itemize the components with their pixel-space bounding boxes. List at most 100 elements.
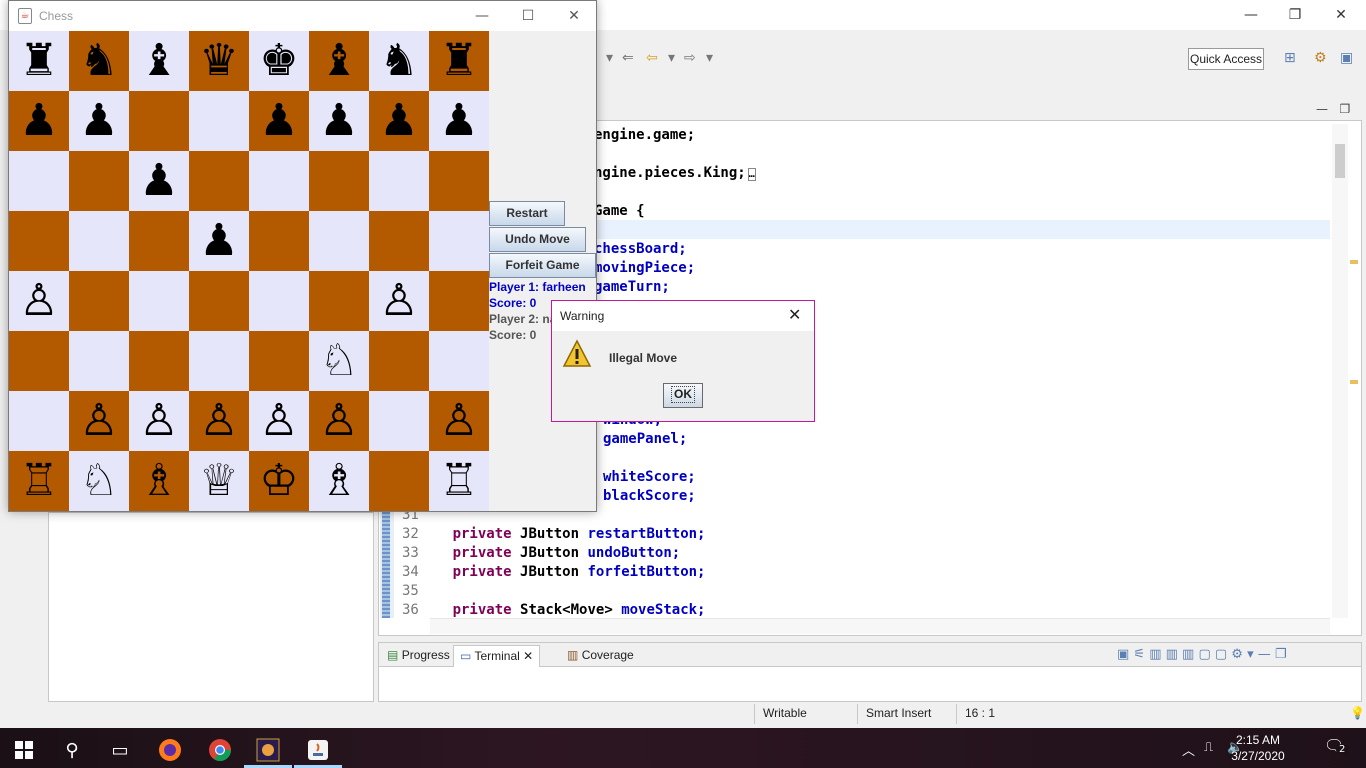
board-square[interactable]: [429, 151, 489, 211]
board-square[interactable]: [189, 331, 249, 391]
board-square[interactable]: ♟: [9, 91, 69, 151]
board-square[interactable]: ♙: [69, 391, 129, 451]
white-pawn-icon[interactable]: ♙: [259, 399, 298, 443]
board-square[interactable]: [249, 151, 309, 211]
board-square[interactable]: [9, 331, 69, 391]
board-square[interactable]: ♟: [309, 91, 369, 151]
board-square[interactable]: [9, 391, 69, 451]
white-pawn-icon[interactable]: ♙: [379, 279, 418, 323]
dropdown-arrow-icon[interactable]: ▾: [606, 50, 613, 66]
board-square[interactable]: ♙: [189, 391, 249, 451]
board-square[interactable]: ♘: [309, 331, 369, 391]
board-square[interactable]: ♗: [309, 451, 369, 511]
java-ee-perspective-icon[interactable]: ⚙: [1314, 50, 1327, 66]
board-square[interactable]: ♝: [309, 31, 369, 91]
board-square[interactable]: [69, 151, 129, 211]
board-square[interactable]: ♟: [189, 211, 249, 271]
tab-progress[interactable]: ▤ Progress: [381, 645, 456, 667]
board-square[interactable]: [369, 211, 429, 271]
board-square[interactable]: [429, 331, 489, 391]
board-square[interactable]: [249, 271, 309, 331]
start-button[interactable]: [0, 732, 48, 768]
board-square[interactable]: ♙: [429, 391, 489, 451]
java-taskbar-button[interactable]: [294, 732, 342, 768]
board-square[interactable]: ♞: [369, 31, 429, 91]
black-king-icon[interactable]: ♚: [259, 39, 298, 83]
white-rook-icon[interactable]: ♖: [19, 459, 58, 503]
board-square[interactable]: [249, 211, 309, 271]
chess-minimize-button[interactable]: —: [459, 5, 505, 27]
board-square[interactable]: [189, 91, 249, 151]
chess-close-button[interactable]: ✕: [551, 5, 597, 27]
board-square[interactable]: ♞: [69, 31, 129, 91]
board-square[interactable]: ♙: [9, 271, 69, 331]
black-pawn-icon[interactable]: ♟: [19, 99, 58, 143]
black-bishop-icon[interactable]: ♝: [319, 39, 358, 83]
task-view-button[interactable]: ▭: [96, 732, 144, 768]
black-knight-icon[interactable]: ♞: [79, 39, 118, 83]
ok-button[interactable]: OK: [663, 383, 703, 408]
white-pawn-icon[interactable]: ♙: [439, 399, 478, 443]
java-perspective-icon[interactable]: ▣: [1340, 50, 1353, 66]
white-pawn-icon[interactable]: ♙: [139, 399, 178, 443]
board-square[interactable]: ♟: [69, 91, 129, 151]
last-edit-location-icon[interactable]: ⇐: [622, 50, 634, 66]
board-square[interactable]: [369, 151, 429, 211]
white-pawn-icon[interactable]: ♙: [19, 279, 58, 323]
board-square[interactable]: [429, 271, 489, 331]
chrome-taskbar-button[interactable]: [196, 732, 244, 768]
board-square[interactable]: [129, 211, 189, 271]
board-square[interactable]: ♘: [69, 451, 129, 511]
white-king-icon[interactable]: ♔: [259, 459, 298, 503]
overview-marker[interactable]: [1350, 380, 1358, 384]
forward-dropdown-icon[interactable]: ▾: [706, 50, 713, 66]
board-square[interactable]: [429, 211, 489, 271]
board-square[interactable]: [129, 271, 189, 331]
network-icon[interactable]: ⎍: [1204, 740, 1213, 755]
board-square[interactable]: ♙: [249, 391, 309, 451]
folded-imports-icon[interactable]: …: [747, 168, 756, 181]
editor-vertical-scrollbar[interactable]: [1332, 124, 1348, 618]
firefox-taskbar-button[interactable]: [146, 732, 194, 768]
black-pawn-icon[interactable]: ♟: [259, 99, 298, 143]
board-square[interactable]: [309, 211, 369, 271]
white-bishop-icon[interactable]: ♗: [319, 459, 358, 503]
ide-close-button[interactable]: ✕: [1318, 2, 1364, 28]
board-square[interactable]: ♕: [189, 451, 249, 511]
board-square[interactable]: ♖: [429, 451, 489, 511]
chess-titlebar[interactable]: ☕ Chess — ☐ ✕: [9, 1, 596, 31]
white-queen-icon[interactable]: ♕: [199, 459, 238, 503]
back-dropdown-icon[interactable]: ▾: [668, 50, 675, 66]
open-perspective-icon[interactable]: ⊞: [1284, 50, 1296, 66]
black-pawn-icon[interactable]: ♟: [79, 99, 118, 143]
terminal-toolbar-icons[interactable]: ▣ ⚟ ▥ ▥ ▥ ▢ ▢ ⚙ ▾ — ❐: [1117, 647, 1287, 662]
warning-titlebar[interactable]: Warning ✕: [552, 301, 814, 331]
white-pawn-icon[interactable]: ♙: [79, 399, 118, 443]
board-square[interactable]: [69, 331, 129, 391]
board-square[interactable]: ♛: [189, 31, 249, 91]
taskbar-clock[interactable]: 2:15 AM 3/27/2020: [1228, 732, 1288, 764]
search-button[interactable]: ⚲: [48, 732, 96, 768]
board-square[interactable]: [369, 331, 429, 391]
white-knight-icon[interactable]: ♘: [79, 459, 118, 503]
forfeit-game-button[interactable]: Forfeit Game: [489, 253, 596, 278]
white-pawn-icon[interactable]: ♙: [199, 399, 238, 443]
overview-marker[interactable]: [1350, 260, 1358, 264]
editor-minimize-maximize-icons[interactable]: — ❐: [1316, 102, 1350, 116]
black-pawn-icon[interactable]: ♟: [199, 219, 238, 263]
scrollbar-thumb[interactable]: [1335, 144, 1345, 178]
editor-horizontal-scrollbar[interactable]: [430, 618, 1330, 634]
tab-coverage[interactable]: ▥ Coverage: [561, 645, 640, 667]
board-square[interactable]: ♙: [129, 391, 189, 451]
board-square[interactable]: [9, 151, 69, 211]
black-bishop-icon[interactable]: ♝: [139, 39, 178, 83]
board-square[interactable]: [309, 151, 369, 211]
board-square[interactable]: ♙: [369, 271, 429, 331]
show-hidden-icons-chevron[interactable]: ︿: [1182, 740, 1195, 759]
black-queen-icon[interactable]: ♛: [199, 39, 238, 83]
board-square[interactable]: [249, 331, 309, 391]
board-square[interactable]: ♜: [429, 31, 489, 91]
board-square[interactable]: ♟: [429, 91, 489, 151]
undo-move-button[interactable]: Undo Move: [489, 227, 586, 252]
close-tab-icon[interactable]: ✕: [523, 649, 533, 663]
